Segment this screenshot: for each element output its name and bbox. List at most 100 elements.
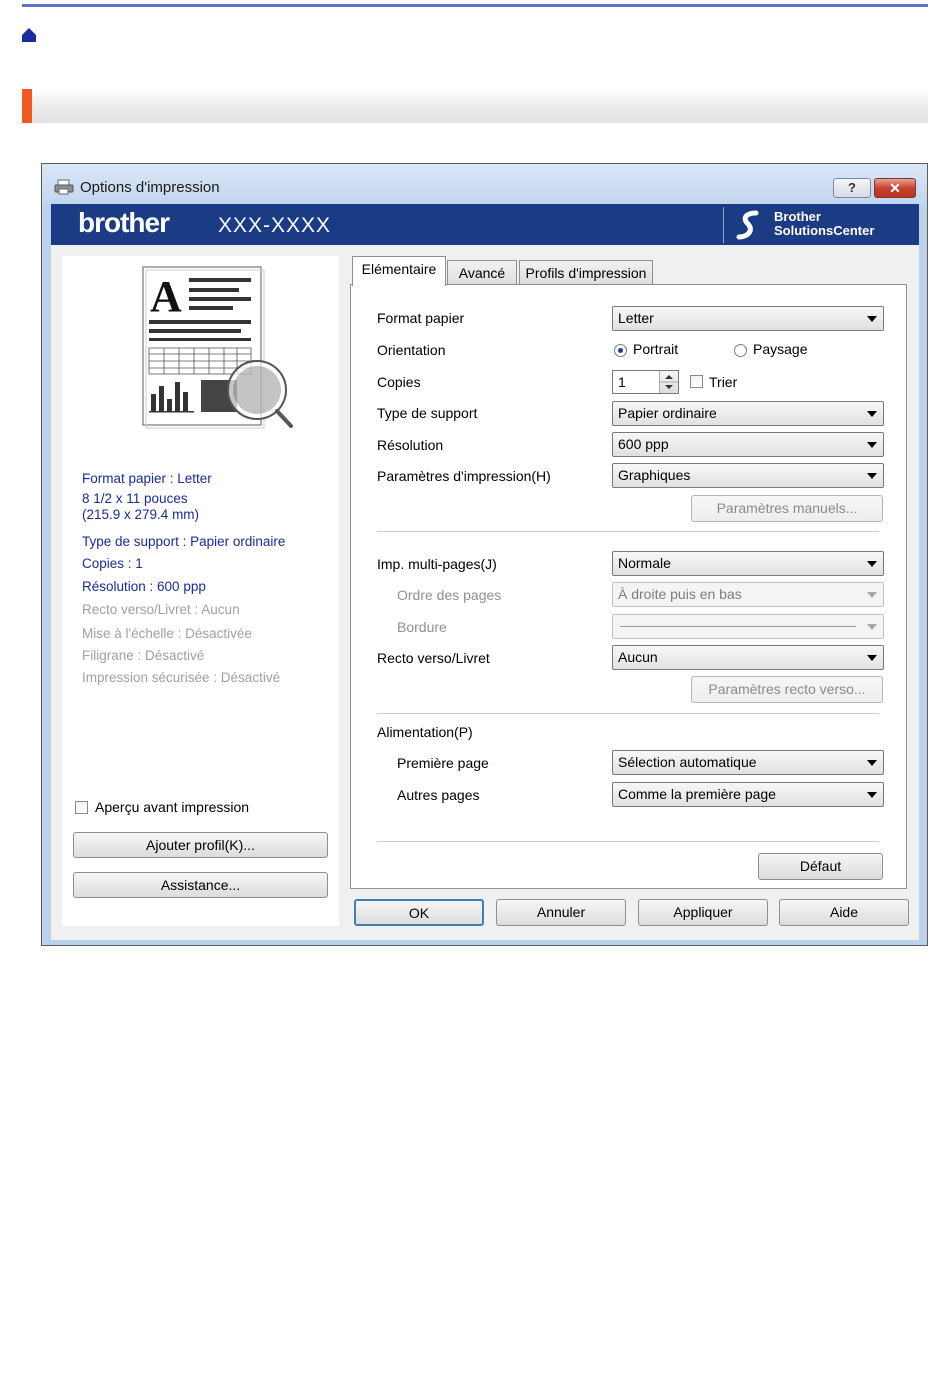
- chevron-down-icon: [867, 411, 877, 417]
- add-profile-button[interactable]: Ajouter profil(K)...: [73, 832, 328, 858]
- chevron-down-icon: [867, 792, 877, 798]
- chevron-down-icon: [867, 473, 877, 479]
- copies-stepper[interactable]: 1: [612, 370, 679, 394]
- solutions-line2: SolutionsCenter: [774, 223, 875, 238]
- document-preview-icon: A: [142, 266, 293, 429]
- chevron-down-icon: [867, 624, 877, 630]
- print-preview-label: Aperçu avant impression: [95, 799, 250, 815]
- copies-value: 1: [618, 374, 626, 390]
- landscape-radio[interactable]: [734, 344, 747, 357]
- tab-print-profiles[interactable]: Profils d'impression: [519, 260, 653, 286]
- home-icon[interactable]: [21, 26, 37, 44]
- page-order-value: À droite puis en bas: [618, 586, 742, 602]
- summary-line: Copies : 1: [82, 556, 143, 571]
- help-title-button[interactable]: ?: [833, 178, 871, 198]
- solutions-line1: Brother: [774, 209, 821, 224]
- preview-panel: A Format papier: Letter 8 1/2 x 11 pouc…: [62, 256, 339, 926]
- multi-page-dropdown[interactable]: Normale: [612, 551, 884, 576]
- duplex-value: Aucun: [618, 649, 658, 665]
- window-title: Options d'impression: [80, 179, 220, 196]
- chevron-down-icon: [867, 561, 877, 567]
- resolution-value: 600 ppp: [618, 436, 669, 452]
- svg-text:A: A: [150, 272, 182, 321]
- chevron-down-icon: [867, 316, 877, 322]
- border-line-sample: [620, 626, 856, 627]
- chevron-down-icon: [867, 592, 877, 598]
- duplex-settings-button[interactable]: Paramètres recto verso...: [691, 676, 883, 703]
- summary-line: Impression sécurisée : Désactivé: [82, 670, 281, 685]
- border-dropdown[interactable]: [612, 614, 884, 639]
- duplex-label: Recto verso/Livret: [377, 650, 490, 666]
- collate-label: Trier: [709, 374, 738, 390]
- cancel-button[interactable]: Annuler: [496, 899, 626, 926]
- first-page-value: Sélection automatique: [618, 754, 757, 770]
- portrait-radio[interactable]: [614, 344, 627, 357]
- dialog-content: A Format papier: Letter 8 1/2 x 11 pouc…: [51, 245, 919, 940]
- apply-button[interactable]: Appliquer: [638, 899, 768, 926]
- media-type-label: Type de support: [377, 405, 478, 421]
- first-page-dropdown[interactable]: Sélection automatique: [612, 750, 884, 775]
- tab-basic[interactable]: Elémentaire: [352, 256, 446, 286]
- title-bar: Options d'impression ? ✕: [42, 164, 927, 204]
- chevron-down-icon: [867, 655, 877, 661]
- printer-icon: [54, 179, 74, 195]
- basic-tab-panel: Format papier Letter Orientation Portrai…: [350, 284, 907, 889]
- brand-logo: brother: [78, 207, 170, 238]
- multi-page-value: Normale: [618, 555, 671, 571]
- summary-line: Recto verso/Livret : Aucun: [82, 602, 240, 617]
- ok-button[interactable]: OK: [354, 899, 484, 926]
- paper-size-label: Format papier: [377, 310, 465, 326]
- print-settings-value: Graphiques: [618, 467, 691, 483]
- divider: [377, 713, 879, 714]
- summary-line: Type de support : Papier ordinaire: [82, 534, 286, 549]
- copies-spin[interactable]: [659, 371, 678, 393]
- page-order-dropdown[interactable]: À droite puis en bas: [612, 582, 884, 607]
- solutions-center-icon: [736, 210, 759, 240]
- divider: [377, 531, 879, 532]
- other-pages-value: Comme la première page: [618, 786, 776, 802]
- summary-line: 8 1/2 x 11 pouces: [82, 491, 188, 506]
- media-type-dropdown[interactable]: Papier ordinaire: [612, 401, 884, 426]
- section-header-bar: [32, 89, 928, 123]
- model-name: XXX-XXXX: [218, 214, 332, 237]
- default-button[interactable]: Défaut: [758, 853, 883, 880]
- first-page-label: Première page: [397, 755, 489, 771]
- multi-page-label: Imp. multi-pages(J): [377, 556, 497, 572]
- landscape-label: Paysage: [753, 341, 808, 357]
- chevron-down-icon: [867, 760, 877, 766]
- border-label: Bordure: [397, 619, 447, 635]
- help-button[interactable]: Aide: [779, 899, 909, 926]
- paper-size-dropdown[interactable]: Letter: [612, 306, 884, 331]
- print-settings-label: Paramètres d'impression(H): [377, 468, 551, 484]
- page-order-label: Ordre des pages: [397, 587, 502, 603]
- close-button[interactable]: ✕: [874, 178, 916, 198]
- portrait-label: Portrait: [633, 341, 679, 357]
- print-settings-dropdown[interactable]: Graphiques: [612, 463, 884, 488]
- print-options-dialog: Options d'impression ? ✕ brother XXX-XXX…: [41, 163, 928, 946]
- media-type-value: Papier ordinaire: [618, 405, 717, 421]
- tab-advanced[interactable]: Avancé: [447, 260, 517, 286]
- paper-size-value: Letter: [618, 310, 654, 326]
- brother-banner: brother XXX-XXXX Brother SolutionsCenter: [51, 204, 919, 245]
- summary-line: Résolution : 600 ppp: [82, 579, 206, 594]
- resolution-label: Résolution: [377, 437, 444, 453]
- manual-settings-button[interactable]: Paramètres manuels...: [691, 495, 883, 522]
- summary-line: (215.9 x 279.4 mm): [82, 507, 200, 522]
- paper-source-label: Alimentation(P): [377, 724, 473, 740]
- resolution-dropdown[interactable]: 600 ppp: [612, 432, 884, 457]
- solutions-center-button[interactable]: Brother SolutionsCenter: [723, 207, 916, 243]
- other-pages-label: Autres pages: [397, 787, 480, 803]
- divider: [377, 841, 879, 842]
- orientation-label: Orientation: [377, 342, 446, 358]
- print-preview-checkbox[interactable]: [75, 801, 88, 814]
- summary-line: Format papier : Letter: [82, 471, 212, 486]
- assistance-button[interactable]: Assistance...: [73, 872, 328, 898]
- duplex-dropdown[interactable]: Aucun: [612, 645, 884, 670]
- other-pages-dropdown[interactable]: Comme la première page: [612, 782, 884, 807]
- top-rule: [22, 4, 928, 7]
- copies-label: Copies: [377, 374, 421, 390]
- summary-line: Mise à l'échelle : Désactivée: [82, 626, 252, 641]
- summary-line: Filigrane : Désactivé: [82, 648, 205, 663]
- section-accent: [22, 89, 32, 123]
- collate-checkbox[interactable]: [690, 375, 703, 388]
